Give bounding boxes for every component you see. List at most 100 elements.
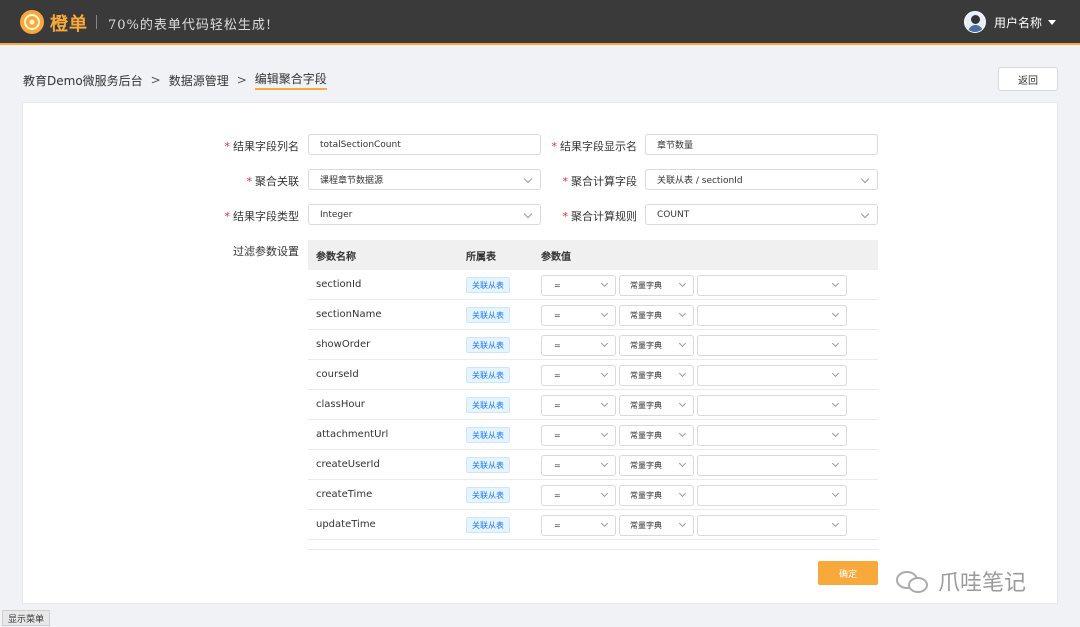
value-type-select[interactable]: 常量字典: [619, 395, 694, 416]
param-name: courseId: [316, 369, 359, 380]
chevron-down-icon: [860, 174, 870, 184]
breadcrumb-item-current: 编辑聚合字段: [254, 70, 327, 90]
chevron-down-icon: [600, 309, 609, 318]
param-name: showOrder: [316, 339, 371, 350]
table-tag: 关联从表: [466, 277, 510, 293]
param-name: sectionId: [316, 279, 362, 290]
table-tag: 关联从表: [466, 427, 510, 443]
param-value-select[interactable]: [697, 455, 847, 476]
param-value-select[interactable]: [697, 515, 847, 536]
chevron-down-icon: [831, 279, 840, 288]
aggregate-relation-label: * 聚合关联: [246, 175, 300, 188]
value-type-select[interactable]: 常量字典: [619, 365, 694, 386]
result-field-type-label: * 结果字段类型: [224, 210, 300, 223]
param-value-select[interactable]: [697, 275, 847, 296]
result-display-name-input[interactable]: 章节数量: [645, 134, 878, 155]
operator-select[interactable]: =: [541, 425, 616, 446]
value-type-value: 常量字典: [630, 431, 662, 440]
chevron-down-icon: [831, 399, 840, 408]
table-tag: 关联从表: [466, 457, 510, 473]
value-type-value: 常量字典: [630, 401, 662, 410]
chevron-down-icon: [678, 489, 687, 498]
param-name: createUserId: [316, 459, 380, 470]
table-row: sectionName 关联从表 = 常量字典: [308, 300, 878, 330]
value-type-value: 常量字典: [630, 461, 662, 470]
result-field-name-input[interactable]: totalSectionCount: [308, 134, 541, 155]
brand-name: 橙单: [50, 14, 88, 35]
result-field-name-label: * 结果字段列名: [224, 140, 300, 153]
orange-logo-icon: [20, 10, 44, 34]
operator-select[interactable]: =: [541, 455, 616, 476]
table-row: createUserId 关联从表 = 常量字典: [308, 450, 878, 480]
operator-value: =: [554, 401, 561, 410]
operator-select[interactable]: =: [541, 275, 616, 296]
user-name: 用户名称: [993, 15, 1042, 30]
table-row: attachmentUrl 关联从表 = 常量字典: [308, 420, 878, 450]
chevron-down-icon: [600, 429, 609, 438]
param-value-select[interactable]: [697, 365, 847, 386]
result-field-type-select[interactable]: Integer: [308, 204, 541, 225]
chevron-down-icon: [678, 459, 687, 468]
operator-select[interactable]: =: [541, 365, 616, 386]
param-name: classHour: [316, 399, 365, 410]
breadcrumb-item-home[interactable]: 教育Demo微服务后台: [23, 72, 143, 89]
table-tag: 关联从表: [466, 517, 510, 533]
table-tag: 关联从表: [466, 337, 510, 353]
param-value-select[interactable]: [697, 335, 847, 356]
param-value-select[interactable]: [697, 425, 847, 446]
param-value-select[interactable]: [697, 485, 847, 506]
table-row: createTime 关联从表 = 常量字典: [308, 480, 878, 510]
value-type-select[interactable]: 常量字典: [619, 305, 694, 326]
chevron-down-icon: [600, 399, 609, 408]
chevron-down-icon: [831, 339, 840, 348]
aggregate-field-label: * 聚合计算字段: [562, 175, 638, 188]
operator-select[interactable]: =: [541, 335, 616, 356]
show-menu-button[interactable]: 显示菜单: [2, 610, 51, 626]
value-type-select[interactable]: 常量字典: [619, 515, 694, 536]
table-row: updateTime 关联从表 = 常量字典: [308, 510, 878, 540]
aggregate-relation-select[interactable]: 课程章节数据源: [308, 169, 541, 190]
operator-value: =: [554, 521, 561, 530]
table-row: classHour 关联从表 = 常量字典: [308, 390, 878, 420]
user-menu[interactable]: 用户名称: [963, 11, 1056, 33]
chevron-down-icon: [600, 489, 609, 498]
operator-select[interactable]: =: [541, 485, 616, 506]
value-type-value: 常量字典: [630, 371, 662, 380]
chevron-down-icon: [678, 519, 687, 528]
value-type-value: 常量字典: [630, 311, 662, 320]
breadcrumb-item-datasource[interactable]: 数据源管理: [169, 72, 229, 89]
filter-params-label: 过滤参数设置: [233, 245, 299, 258]
chevron-down-icon: [831, 519, 840, 528]
value-type-select[interactable]: 常量字典: [619, 275, 694, 296]
chevron-down-icon: [678, 309, 687, 318]
slogan: 70%的表单代码轻松生成!: [108, 18, 273, 33]
chevron-down-icon: [831, 489, 840, 498]
operator-value: =: [554, 431, 561, 440]
form-card: * 结果字段列名 totalSectionCount * 结果字段显示名 章节数量 …: [22, 102, 1058, 604]
result-display-name-label: * 结果字段显示名: [551, 140, 638, 153]
chevron-down-icon: [600, 279, 609, 288]
param-value-select[interactable]: [697, 395, 847, 416]
chevron-down-icon: [678, 339, 687, 348]
breadcrumb: 教育Demo微服务后台 > 数据源管理 > 编辑聚合字段: [23, 70, 327, 90]
aggregate-rule-select[interactable]: COUNT: [645, 204, 878, 225]
value-type-select[interactable]: 常量字典: [619, 485, 694, 506]
operator-value: =: [554, 371, 561, 380]
operator-select[interactable]: =: [541, 395, 616, 416]
operator-value: =: [554, 311, 561, 320]
back-button[interactable]: 返回: [998, 67, 1058, 91]
operator-select[interactable]: =: [541, 305, 616, 326]
value-type-select[interactable]: 常量字典: [619, 335, 694, 356]
value-type-value: 常量字典: [630, 491, 662, 500]
param-value-select[interactable]: [697, 305, 847, 326]
operator-value: =: [554, 281, 561, 290]
column-header-value: 参数值: [541, 251, 571, 263]
table-body: sectionId 关联从表 = 常量字典 sectionName 关联从表 = 常量字典 sh…: [308, 270, 878, 540]
aggregate-field-select[interactable]: 关联从表 / sectionId: [645, 169, 878, 190]
operator-value: =: [554, 461, 561, 470]
value-type-select[interactable]: 常量字典: [619, 425, 694, 446]
param-name: updateTime: [316, 519, 376, 530]
confirm-button[interactable]: 确定: [818, 561, 878, 585]
operator-select[interactable]: =: [541, 515, 616, 536]
value-type-select[interactable]: 常量字典: [619, 455, 694, 476]
